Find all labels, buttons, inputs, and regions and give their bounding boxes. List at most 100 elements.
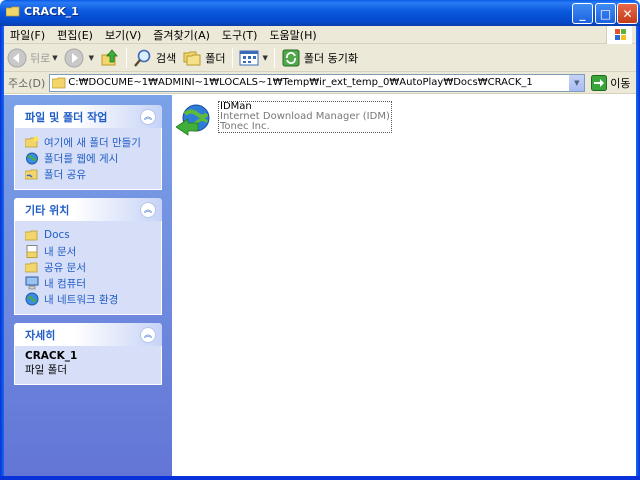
collapse-icon[interactable]: ︽ <box>140 326 156 343</box>
task-new-folder[interactable]: 여기에 새 폴더 만들기 <box>25 134 151 150</box>
menu-view[interactable]: 보기(V) <box>99 27 147 43</box>
collapse-icon[interactable]: ︽ <box>140 108 156 125</box>
window-border-right <box>636 26 640 480</box>
sync-label: 폴더 동기화 <box>303 51 359 65</box>
views-dropdown-icon[interactable]: ▼ <box>263 54 268 62</box>
search-button[interactable]: 검색 <box>130 46 179 70</box>
my-documents-icon <box>26 244 38 258</box>
maximize-button[interactable]: □ <box>595 3 616 24</box>
place-label: 내 문서 <box>44 245 77 258</box>
task-publish-web[interactable]: 폴더를 웹에 게시 <box>25 150 151 166</box>
toolbar-separator <box>231 47 233 68</box>
task-label: 폴더 공유 <box>44 168 86 181</box>
folder-sync-button[interactable]: 폴더 동기화 <box>278 46 361 70</box>
task-label: 폴더를 웹에 게시 <box>44 152 119 165</box>
folder-icon <box>6 6 20 17</box>
file-tasks-header[interactable]: 파일 및 폴더 작업 ︽ <box>14 105 162 128</box>
sync-icon <box>282 49 300 66</box>
folder-icon <box>52 77 66 88</box>
toolbar-separator <box>126 47 128 68</box>
minimize-icon: _ <box>579 6 586 21</box>
up-folder-button[interactable] <box>97 46 123 70</box>
menu-help[interactable]: 도움말(H) <box>263 27 322 43</box>
folders-icon <box>183 51 201 65</box>
back-label: 뒤로 <box>30 51 51 65</box>
windows-flag-icon <box>615 29 626 40</box>
maximize-icon: □ <box>599 6 612 21</box>
menu-file[interactable]: 파일(F) <box>4 27 51 43</box>
window-border-bottom <box>0 476 640 480</box>
place-docs[interactable]: Docs <box>25 227 151 243</box>
forward-arrow-icon <box>64 48 84 67</box>
panel-title: 기타 위치 <box>25 203 70 217</box>
window-border-left <box>0 26 4 480</box>
forward-dropdown-icon[interactable]: ▼ <box>89 54 94 62</box>
network-places-icon <box>25 292 39 306</box>
back-dropdown-icon[interactable]: ▼ <box>52 54 57 62</box>
task-share-folder[interactable]: 폴더 공유 <box>25 166 151 182</box>
menu-favorites[interactable]: 즐겨찾기(A) <box>147 27 216 43</box>
address-path: C:₩DOCUME~1₩ADMINI~1₩LOCALS~1₩Temp₩ir_ex… <box>68 77 533 88</box>
publish-web-icon <box>26 152 38 164</box>
folders-button[interactable]: 폴더 <box>179 46 228 70</box>
title-bar[interactable]: CRACK_1 _ □ ✕ <box>0 0 640 26</box>
other-places-panel: 기타 위치 ︽ Docs 내 문서 공유 문서 내 컴퓨터 내 네트워크 환경 <box>14 198 162 315</box>
views-icon <box>239 50 259 65</box>
task-pane: 파일 및 폴더 작업 ︽ 여기에 새 폴더 만들기 폴더를 웹에 게시 폴더 공… <box>4 95 172 476</box>
minimize-button[interactable]: _ <box>572 3 593 24</box>
place-label: 공유 문서 <box>44 261 86 274</box>
share-folder-icon <box>25 169 38 180</box>
details-header[interactable]: 자세히 ︽ <box>14 323 162 346</box>
go-label: 이동 <box>610 76 631 90</box>
details-type: 파일 폴더 <box>25 364 67 376</box>
windows-logo <box>606 26 632 44</box>
place-label: 내 네트워크 환경 <box>44 293 119 306</box>
folder-icon <box>25 230 38 241</box>
other-places-header[interactable]: 기타 위치 ︽ <box>14 198 162 221</box>
toolbar-separator <box>273 47 275 68</box>
idm-app-icon <box>176 104 210 136</box>
collapse-icon[interactable]: ︽ <box>140 201 156 218</box>
window-title: CRACK_1 <box>24 5 79 18</box>
go-arrow-icon <box>591 74 608 91</box>
forward-button[interactable]: ▼ <box>61 46 97 70</box>
menu-bar: 파일(F) 편집(E) 보기(V) 즐겨찾기(A) 도구(T) 도움말(H) <box>4 26 636 44</box>
up-folder-icon <box>101 48 118 65</box>
close-icon: ✕ <box>622 6 633 21</box>
file-item-idman[interactable]: IDMan Internet Download Manager (IDM) To… <box>176 101 392 137</box>
file-list[interactable]: IDMan Internet Download Manager (IDM) To… <box>172 95 636 476</box>
my-computer-icon <box>25 276 39 290</box>
shared-documents-icon <box>25 262 38 273</box>
task-label: 여기에 새 폴더 만들기 <box>44 136 141 149</box>
place-label: 내 컴퓨터 <box>44 277 86 290</box>
back-arrow-icon <box>7 48 27 67</box>
place-network[interactable]: 내 네트워크 환경 <box>25 291 151 307</box>
file-tasks-panel: 파일 및 폴더 작업 ︽ 여기에 새 폴더 만들기 폴더를 웹에 게시 폴더 공… <box>14 105 162 190</box>
new-folder-icon <box>25 136 39 148</box>
place-my-documents[interactable]: 내 문서 <box>25 243 151 259</box>
views-button[interactable]: ▼ <box>236 46 271 70</box>
details-name: CRACK_1 <box>25 350 78 362</box>
address-input[interactable]: C:₩DOCUME~1₩ADMINI~1₩LOCALS~1₩Temp₩ir_ex… <box>49 73 586 92</box>
panel-title: 자세히 <box>25 328 56 342</box>
back-button[interactable]: 뒤로 ▼ <box>4 46 61 70</box>
go-button[interactable]: 이동 <box>591 74 631 91</box>
close-button[interactable]: ✕ <box>617 3 638 24</box>
menu-tools[interactable]: 도구(T) <box>216 27 264 43</box>
search-label: 검색 <box>156 51 177 65</box>
file-label: IDMan Internet Download Manager (IDM) To… <box>218 101 392 133</box>
panel-title: 파일 및 폴더 작업 <box>25 110 108 124</box>
address-dropdown-button[interactable]: ▼ <box>568 74 585 91</box>
details-panel: 자세히 ︽ CRACK_1 파일 폴더 <box>14 323 162 385</box>
place-my-computer[interactable]: 내 컴퓨터 <box>25 275 151 291</box>
address-label: 주소(D) <box>8 76 46 90</box>
place-shared-documents[interactable]: 공유 문서 <box>25 259 151 275</box>
menu-edit[interactable]: 편집(E) <box>51 27 99 43</box>
place-label: Docs <box>44 229 70 241</box>
folders-label: 폴더 <box>205 51 226 65</box>
address-bar: 주소(D) C:₩DOCUME~1₩ADMINI~1₩LOCALS~1₩Temp… <box>4 72 636 94</box>
chevron-down-icon: ▼ <box>574 78 580 87</box>
search-icon <box>134 49 151 67</box>
file-company: Tonec Inc. <box>220 121 270 132</box>
toolbar: 뒤로 ▼ ▼ 검색 폴더 ▼ 폴더 동기화 <box>4 44 636 72</box>
